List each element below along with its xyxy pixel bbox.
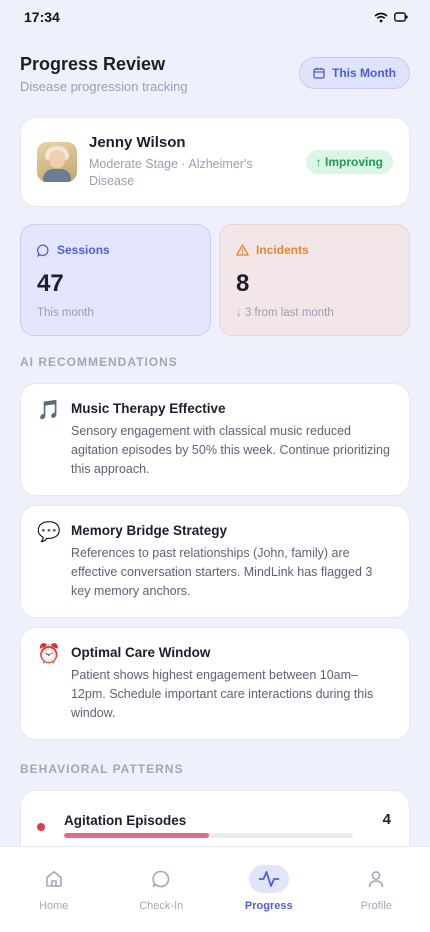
nav-item-profile[interactable]: Profile (331, 865, 421, 932)
sessions-value: 47 (37, 270, 64, 297)
page-header: Progress Review Disease progression trac… (20, 54, 410, 94)
behavioral-patterns-heading: BEHAVIORAL PATTERNS (20, 762, 184, 776)
nav-label-home: Home (39, 900, 69, 912)
nav-label-progress: Progress (244, 900, 293, 912)
pattern-progress-track (64, 833, 353, 838)
nav-item-progress[interactable]: Progress (224, 865, 314, 932)
ai-recommendations-heading: AI RECOMMENDATIONS (20, 355, 178, 369)
calendar-icon (313, 67, 325, 79)
battery-icon (394, 12, 408, 22)
status-time: 17:34 (24, 9, 60, 25)
sessions-note: This month (37, 307, 94, 319)
patient-stage: Moderate Stage · Alzheimer's Disease (89, 157, 253, 188)
incidents-value: 8 (236, 270, 250, 297)
incidents-stat-card[interactable]: Incidents 8 ↓ 3 from last month (219, 224, 410, 336)
activity-icon (258, 871, 280, 887)
alarm-clock-icon: ⏰ (37, 644, 61, 665)
nav-label-check-in: Check-In (139, 900, 184, 912)
patient-card[interactable]: Jenny Wilson Moderate Stage · Alzheimer'… (20, 117, 410, 207)
recommendation-title: Memory Bridge Strategy (71, 523, 228, 538)
pattern-card[interactable]: Agitation Episodes 4 (20, 790, 410, 846)
recommendation-title: Optimal Care Window (71, 645, 211, 660)
sessions-stat-card[interactable]: Sessions 47 This month (20, 224, 211, 336)
wifi-icon (374, 12, 388, 22)
page-subtitle: Disease progression tracking (20, 79, 188, 94)
nav-item-home[interactable]: Home (9, 865, 99, 932)
page-title: Progress Review (20, 54, 166, 74)
recommendation-title: Music Therapy Effective (71, 401, 226, 416)
pattern-label: Agitation Episodes (64, 813, 187, 828)
status-icons (374, 12, 408, 23)
incidents-note: ↓ 3 from last month (236, 307, 334, 319)
warning-icon (236, 244, 249, 256)
recommendation-card[interactable]: 🎵 Music Therapy Effective Sensory engage… (20, 383, 410, 496)
recommendation-card[interactable]: ⏰ Optimal Care Window Patient shows high… (20, 627, 410, 740)
severity-dot (37, 823, 45, 831)
nav-label-profile: Profile (360, 900, 392, 912)
music-note-icon: 🎵 (37, 400, 61, 421)
period-filter-button[interactable]: This Month (299, 57, 410, 89)
user-icon (368, 871, 384, 888)
patient-name: Jenny Wilson (89, 134, 186, 151)
incidents-label: Incidents (256, 243, 309, 257)
nav-item-check-in[interactable]: Check-In (116, 865, 206, 932)
main-content[interactable]: Progress Review Disease progression trac… (0, 34, 430, 846)
chat-icon (152, 870, 170, 888)
status-bar: 17:34 (0, 0, 430, 34)
bottom-nav: Home Check-In Progress Profile (0, 846, 430, 932)
recommendation-text: Patient shows highest engagement between… (71, 668, 374, 720)
avatar (37, 142, 77, 182)
pattern-count: 4 (382, 811, 391, 828)
recommendation-text: References to past relationships (John, … (71, 546, 373, 598)
speech-bubble-icon: 💬 (37, 522, 61, 543)
chat-bubble-icon (37, 244, 49, 257)
period-filter-label: This Month (332, 66, 396, 80)
home-icon (45, 871, 62, 887)
recommendation-text: Sensory engagement with classical music … (71, 424, 390, 476)
stats-row: Sessions 47 This month Incidents 8 ↓ 3 f… (20, 224, 410, 336)
sessions-label: Sessions (57, 243, 110, 257)
pattern-progress-fill (64, 833, 209, 838)
recommendation-card[interactable]: 💬 Memory Bridge Strategy References to p… (20, 505, 410, 618)
status-badge: ↑ Improving (305, 150, 393, 174)
